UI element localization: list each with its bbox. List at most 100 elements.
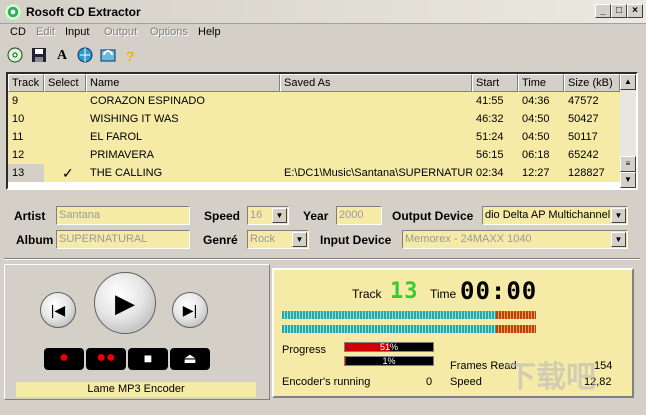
input-device-select[interactable]: Memorex - 24MAXX 1040 ▼: [402, 230, 628, 249]
progress-label: Progress: [282, 344, 327, 356]
maximize-icon[interactable]: □: [611, 4, 627, 18]
track-name: THE CALLING: [90, 167, 163, 179]
app-cd-icon: [5, 4, 21, 20]
encoders-running-value: 0: [426, 376, 433, 388]
progress-percent: 51%: [379, 342, 398, 352]
track-lcd: 13: [390, 279, 419, 304]
save-icon[interactable]: [30, 47, 48, 65]
help-icon[interactable]: ?: [121, 47, 139, 65]
track-time: 04:50: [522, 113, 550, 125]
close-icon[interactable]: ×: [627, 4, 643, 18]
input-device-value: Memorex - 24MAXX 1040: [405, 233, 532, 245]
vu-meter-right-peak: [496, 325, 536, 333]
album-field[interactable]: SUPERNATURAL: [56, 230, 190, 249]
track-time: 04:50: [522, 131, 550, 143]
genre-label: Genré: [203, 233, 238, 247]
progress-bar-track: 51%: [344, 342, 434, 352]
track-start: 51:24: [476, 131, 504, 143]
track-number: 10: [12, 113, 25, 125]
chevron-down-icon[interactable]: ▼: [292, 232, 307, 247]
speed-label: Speed: [204, 209, 241, 223]
time-label: Time: [430, 287, 457, 301]
encoders-running-label: Encoder's running: [282, 376, 371, 388]
track-start: 02:34: [476, 167, 504, 179]
speed-select[interactable]: 16 ▼: [247, 206, 289, 225]
scroll-up-icon[interactable]: ▲: [620, 74, 636, 90]
watermark-logo: 下载吧: [506, 361, 596, 394]
track-start: 41:55: [476, 95, 504, 107]
track-row-selected[interactable]: 13 ✓ THE CALLING E:\DC1\Music\Santana\SU…: [8, 164, 620, 182]
output-device-value: dio Delta AP Multichannel: [485, 209, 611, 221]
track-number: 11: [12, 131, 24, 143]
menu-input[interactable]: Input: [65, 26, 89, 38]
chevron-down-icon[interactable]: ▼: [611, 232, 626, 247]
progress-percent: 1%: [382, 356, 396, 366]
track-saved-as: E:\DC1\Music\Santana\SUPERNATURAL: [284, 167, 472, 179]
output-device-select[interactable]: dio Delta AP Multichannel ▼: [482, 206, 628, 225]
track-number: 9: [12, 95, 19, 107]
track-label: Track: [352, 287, 382, 301]
chevron-down-icon[interactable]: ▼: [611, 208, 626, 223]
web-icon[interactable]: [76, 47, 94, 65]
menu-bar: CD Edit Input Output Options Help: [0, 24, 646, 42]
encoder-label: Lame MP3 Encoder: [16, 382, 256, 397]
track-row[interactable]: 11 EL FAROL 51:24 04:50 50117: [8, 128, 620, 146]
track-row[interactable]: 9 CORAZON ESPINADO 41:55 04:36 47572: [8, 92, 620, 110]
play-button[interactable]: ▶: [94, 272, 156, 334]
track-name: PRIMAVERA: [90, 149, 154, 161]
vu-meter-right: [282, 325, 496, 333]
select-checkmark[interactable]: ✓: [58, 164, 78, 182]
next-track-button[interactable]: ▶|: [172, 292, 208, 328]
column-header-saved-as[interactable]: Saved As: [280, 74, 472, 92]
minimize-icon[interactable]: _: [595, 4, 611, 18]
record-all-button[interactable]: ●●: [86, 348, 126, 370]
scroll-down-icon[interactable]: ▼: [620, 172, 636, 188]
track-time: 04:36: [522, 95, 550, 107]
column-header-time[interactable]: Time: [518, 74, 564, 92]
menu-edit[interactable]: Edit: [36, 26, 55, 38]
genre-select[interactable]: Rock ▼: [247, 230, 309, 249]
menu-output[interactable]: Output: [104, 26, 137, 38]
track-row[interactable]: 10 WISHING IT WAS 46:32 04:50 50427: [8, 110, 620, 128]
menu-help[interactable]: Help: [198, 26, 221, 38]
vertical-scrollbar[interactable]: ▲ ≡ ▼: [620, 74, 636, 188]
track-size: 128827: [568, 167, 605, 179]
menu-cd[interactable]: CD: [10, 26, 26, 38]
time-lcd: 00:00: [460, 277, 538, 305]
scroll-thumb[interactable]: ≡: [620, 156, 636, 172]
output-device-label: Output Device: [392, 209, 474, 223]
refresh-icon[interactable]: [99, 47, 117, 65]
vu-meter-left-peak: [496, 311, 536, 319]
column-header-select[interactable]: Select: [44, 74, 86, 92]
previous-track-button[interactable]: |◀: [40, 292, 76, 328]
progress-fill: [345, 357, 346, 365]
chevron-down-icon[interactable]: ▼: [272, 208, 287, 223]
track-size: 47572: [568, 95, 599, 107]
track-time: 06:18: [522, 149, 550, 161]
column-header-start[interactable]: Start: [472, 74, 518, 92]
title-bar[interactable]: Rosoft CD Extractor _ □ ×: [0, 0, 646, 24]
column-header-track[interactable]: Track: [8, 74, 44, 92]
menu-options[interactable]: Options: [150, 26, 188, 38]
year-label: Year: [303, 209, 329, 223]
track-number: 13: [8, 164, 44, 182]
frames-read-value: 154: [594, 360, 613, 372]
track-name: CORAZON ESPINADO: [90, 95, 205, 107]
cd-icon[interactable]: [6, 47, 24, 65]
track-size: 50117: [568, 131, 598, 143]
font-icon[interactable]: A: [53, 47, 71, 65]
track-start: 46:32: [476, 113, 504, 125]
column-header-name[interactable]: Name: [86, 74, 280, 92]
window-title: Rosoft CD Extractor: [26, 5, 141, 19]
track-list[interactable]: Track Select Name Saved As Start Time Si…: [6, 72, 638, 190]
column-header-size[interactable]: Size (kB): [564, 74, 620, 92]
speed-status-label: Speed: [450, 376, 482, 388]
record-button[interactable]: ●: [44, 348, 84, 370]
year-field[interactable]: 2000: [336, 206, 382, 225]
stop-button[interactable]: ■: [128, 348, 168, 370]
progress-bar-total: 1%: [344, 356, 434, 366]
artist-field[interactable]: Santana: [56, 206, 190, 225]
track-row[interactable]: 12 PRIMAVERA 56:15 06:18 65242: [8, 146, 620, 164]
speed-value: 16: [250, 209, 263, 221]
eject-button[interactable]: ⏏: [170, 348, 210, 370]
